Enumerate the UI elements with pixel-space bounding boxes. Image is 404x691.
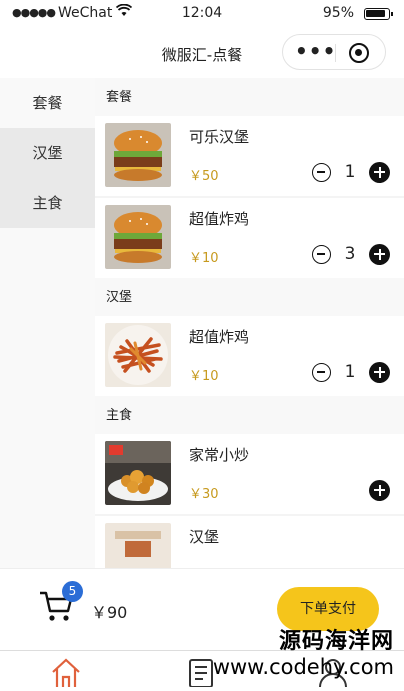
section-title: 套餐: [95, 78, 404, 116]
decrease-button[interactable]: [312, 162, 331, 182]
home-icon: [52, 658, 80, 687]
quantity-stepper: [369, 478, 390, 502]
quantity-stepper: 3: [312, 242, 390, 266]
battery-icon: [364, 8, 393, 20]
sidebar-item-label: 汉堡: [32, 144, 63, 162]
cart-count-badge: 5: [62, 581, 83, 602]
menu-list[interactable]: 套餐 可乐汉堡 ￥50 1 超值炸鸡 ￥10 3 汉堡 超值炸鸡 ￥10 1 主…: [95, 78, 404, 568]
close-target-icon[interactable]: [349, 43, 369, 63]
more-icon[interactable]: •••: [295, 39, 336, 63]
increase-button[interactable]: [369, 479, 390, 501]
sidebar-item-burger[interactable]: 汉堡: [0, 128, 95, 178]
food-image: [105, 441, 171, 505]
checkout-button[interactable]: 下单支付: [277, 587, 379, 631]
food-image: [105, 205, 171, 269]
item-price: ￥50: [189, 169, 219, 184]
item-name: 可乐汉堡: [189, 128, 250, 146]
section-title: 汉堡: [95, 278, 404, 316]
section-title: 主食: [95, 396, 404, 434]
item-name: 超值炸鸡: [189, 210, 250, 228]
sidebar-item-staple[interactable]: 主食: [0, 178, 95, 228]
item-price: ￥30: [189, 487, 219, 502]
decrease-button[interactable]: [312, 362, 331, 382]
menu-item: 超值炸鸡 ￥10 3: [95, 198, 404, 278]
menu-item: 汉堡: [95, 516, 404, 568]
sidebar-item-label: 套餐: [32, 94, 63, 112]
item-name: 汉堡: [189, 528, 220, 546]
increase-button[interactable]: [369, 243, 390, 265]
menu-item: 家常小炒 ￥30: [95, 434, 404, 514]
tab-home[interactable]: [50, 657, 82, 691]
food-image: [105, 123, 171, 187]
watermark: 源码海洋网 www.codehy.com: [213, 628, 394, 680]
item-name: 超值炸鸡: [189, 328, 250, 346]
item-name: 家常小炒: [189, 446, 250, 464]
increase-button[interactable]: [369, 161, 390, 183]
quantity-stepper: 1: [312, 360, 390, 384]
watermark-url: www.codehy.com: [212, 655, 394, 679]
cart-total: ￥90: [91, 603, 128, 622]
watermark-title: 源码海洋网: [278, 628, 394, 654]
sidebar-item-combo[interactable]: 套餐: [0, 78, 95, 128]
sidebar-item-label: 主食: [32, 194, 63, 212]
tab-orders[interactable]: [188, 657, 214, 691]
orders-icon: [189, 659, 213, 688]
mini-program-capsule: •••: [282, 34, 386, 70]
quantity-stepper: 1: [312, 160, 390, 184]
item-quantity: 3: [344, 244, 356, 264]
decrease-button[interactable]: [312, 244, 331, 264]
category-sidebar: 套餐 汉堡 主食: [0, 78, 95, 568]
item-quantity: 1: [344, 162, 356, 182]
menu-item: 可乐汉堡 ￥50 1: [95, 116, 404, 196]
battery-percent: 95%: [322, 5, 354, 21]
nav-bar: 微服汇-点餐 •••: [0, 28, 404, 78]
status-bar: ●●●●● WeChat 12:04 95%: [0, 0, 404, 28]
food-image: [105, 523, 171, 568]
food-image: [105, 323, 171, 387]
sidebar-empty: [0, 228, 95, 568]
item-quantity: 1: [344, 362, 356, 382]
item-price: ￥10: [189, 251, 219, 266]
menu-item: 超值炸鸡 ￥10 1: [95, 316, 404, 396]
increase-button[interactable]: [369, 361, 390, 383]
item-price: ￥10: [189, 369, 219, 384]
capsule-divider: [335, 44, 336, 62]
